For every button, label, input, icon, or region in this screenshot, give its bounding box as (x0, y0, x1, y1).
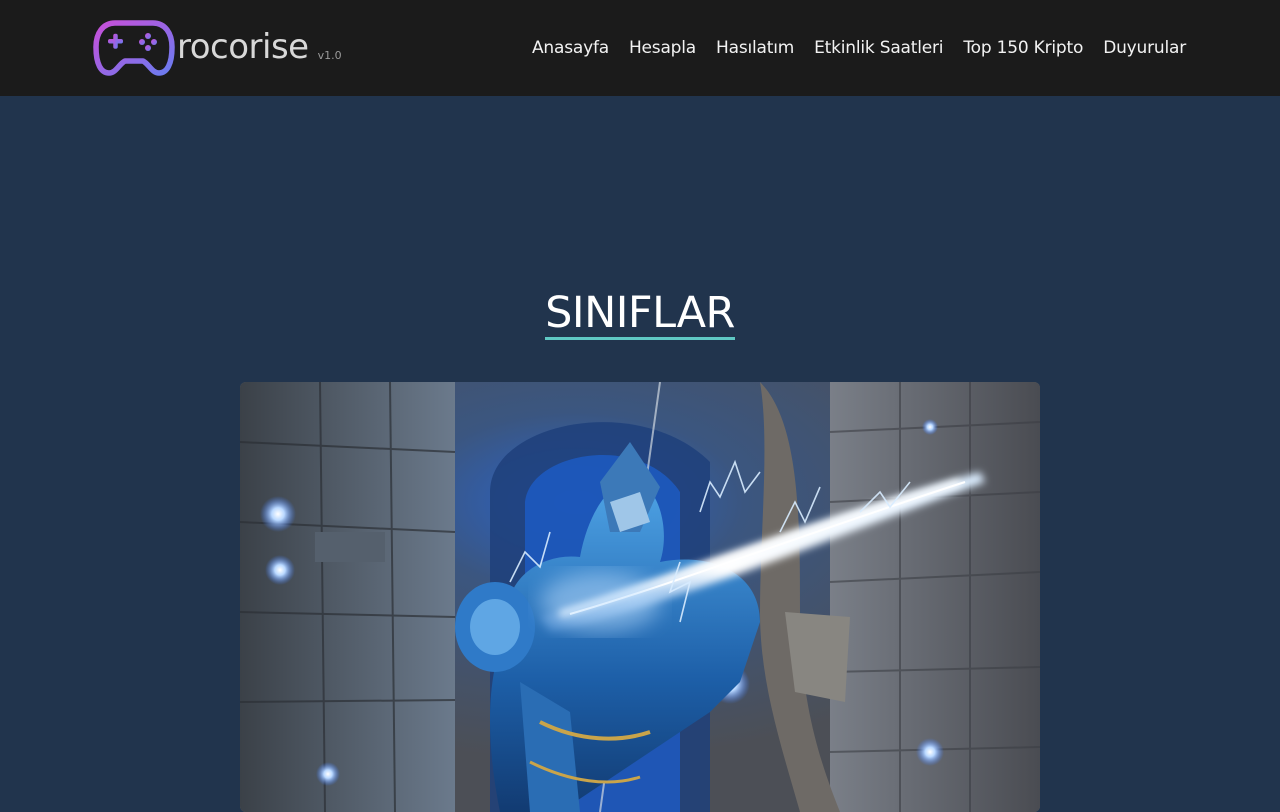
nav-item-etkinlik-saatleri[interactable]: Etkinlik Saatleri (814, 38, 943, 58)
nav-item-hasilatim[interactable]: Hasılatım (716, 38, 794, 58)
brand-version: v1.0 (317, 48, 342, 62)
section-title: SINIFLAR (545, 289, 735, 341)
brand-name: rocorise (177, 27, 309, 67)
class-hero-image (240, 382, 1040, 812)
gamepad-icon (93, 20, 175, 76)
main-nav: Anasayfa Hesapla Hasılatım Etkinlik Saat… (532, 33, 1186, 63)
nav-item-anasayfa[interactable]: Anasayfa (532, 38, 609, 58)
top-navbar: rocorise v1.0 Anasayfa Hesapla Hasılatım… (0, 0, 1280, 96)
nav-item-hesapla[interactable]: Hesapla (629, 38, 696, 58)
nav-item-duyurular[interactable]: Duyurular (1103, 38, 1186, 58)
brand-link[interactable]: rocorise v1.0 (93, 17, 342, 77)
nav-item-top-150-kripto[interactable]: Top 150 Kripto (963, 38, 1083, 58)
archer-illustration (240, 382, 1040, 812)
section-title-wrap: SINIFLAR (0, 289, 1280, 341)
